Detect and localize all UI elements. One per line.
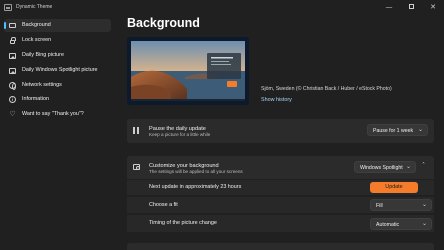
preview-image xyxy=(131,41,245,101)
background-source-dropdown[interactable]: Windows Spotlight ⌄ xyxy=(354,161,416,173)
sidebar: Background Lock screen Daily Bing pictur… xyxy=(0,16,112,250)
fit-label: Choose a fit xyxy=(149,202,178,208)
sidebar-item-background[interactable]: Background xyxy=(4,19,111,32)
pause-card: Pause the daily update Keep a picture fo… xyxy=(127,119,434,143)
pause-duration-value: Pause for 1 week xyxy=(373,127,414,134)
active-indicator xyxy=(4,22,6,29)
app-title: Dynamic Theme xyxy=(16,4,53,10)
picture-icon xyxy=(9,67,16,74)
sidebar-item-label: Network settings xyxy=(22,82,62,88)
customize-subtitle: The settings will be applied to all your… xyxy=(149,169,243,174)
next-card xyxy=(127,243,434,250)
minimize-icon: — xyxy=(385,3,393,11)
next-update-row: Next update in approximately 23 hours Up… xyxy=(127,180,434,195)
fit-value: Fill xyxy=(376,202,383,209)
info-icon: i xyxy=(9,96,16,103)
sidebar-item-label: Daily Windows Spotlight picture xyxy=(22,67,98,73)
heart-icon: ♡ xyxy=(9,110,16,118)
chevron-down-icon: ⌄ xyxy=(421,201,427,208)
sidebar-item-label: Want to say "Thank you"? xyxy=(22,111,84,117)
sidebar-item-label: Daily Bing picture xyxy=(22,52,64,58)
sidebar-item-daily-bing[interactable]: Daily Bing picture xyxy=(4,49,111,62)
pause-duration-dropdown[interactable]: Pause for 1 week ⌄ xyxy=(367,124,428,136)
page-title: Background xyxy=(127,16,200,30)
monitor-icon xyxy=(9,22,16,29)
sidebar-item-label: Information xyxy=(22,96,49,102)
update-button[interactable]: Update xyxy=(370,182,418,193)
next-update-label: Next update in approximately 23 hours xyxy=(149,184,242,190)
customize-card[interactable]: Customize your background The settings w… xyxy=(127,156,434,179)
maximize-button[interactable] xyxy=(402,1,420,13)
timing-value: Automatic xyxy=(376,221,400,228)
sidebar-item-label: Lock screen xyxy=(22,37,52,43)
timing-label: Timing of the picture change xyxy=(149,220,217,226)
pause-subtitle: Keep a picture for a little while xyxy=(149,132,211,137)
sidebar-item-label: Background xyxy=(22,22,51,28)
background-icon xyxy=(133,164,140,170)
close-icon: ✕ xyxy=(430,3,436,11)
background-source-value: Windows Spotlight xyxy=(360,164,403,171)
fit-row: Choose a fit Fill ⌄ xyxy=(127,197,434,213)
app-icon xyxy=(4,4,12,11)
chevron-down-icon: ⌄ xyxy=(417,126,423,133)
close-button[interactable]: ✕ xyxy=(424,1,442,13)
picture-icon xyxy=(9,52,16,59)
title-bar: Dynamic Theme — ✕ xyxy=(0,0,444,16)
lock-icon xyxy=(9,36,16,44)
sidebar-item-network[interactable]: Network settings xyxy=(4,79,111,92)
globe-icon xyxy=(9,82,16,90)
maximize-icon xyxy=(408,4,414,9)
timing-dropdown[interactable]: Automatic ⌄ xyxy=(370,218,432,230)
timing-row: Timing of the picture change Automatic ⌄ xyxy=(127,215,434,232)
background-preview xyxy=(127,37,249,105)
fit-dropdown[interactable]: Fill ⌄ xyxy=(370,199,432,211)
chevron-down-icon: ⌄ xyxy=(421,220,427,227)
sidebar-item-daily-spotlight[interactable]: Daily Windows Spotlight picture xyxy=(4,64,111,77)
minimize-button[interactable]: — xyxy=(380,1,398,13)
chevron-up-icon[interactable]: ˄ xyxy=(422,162,425,169)
pause-icon xyxy=(133,127,140,134)
sidebar-item-thank-you[interactable]: ♡ Want to say "Thank you"? xyxy=(4,108,111,121)
sidebar-item-information[interactable]: i Information xyxy=(4,93,111,106)
show-history-link[interactable]: Show history xyxy=(261,97,292,103)
picture-credit: Sjöm, Sweden (© Christian Back / Huber /… xyxy=(261,86,392,92)
sidebar-item-lock-screen[interactable]: Lock screen xyxy=(4,34,111,47)
chevron-down-icon: ⌄ xyxy=(405,163,411,170)
